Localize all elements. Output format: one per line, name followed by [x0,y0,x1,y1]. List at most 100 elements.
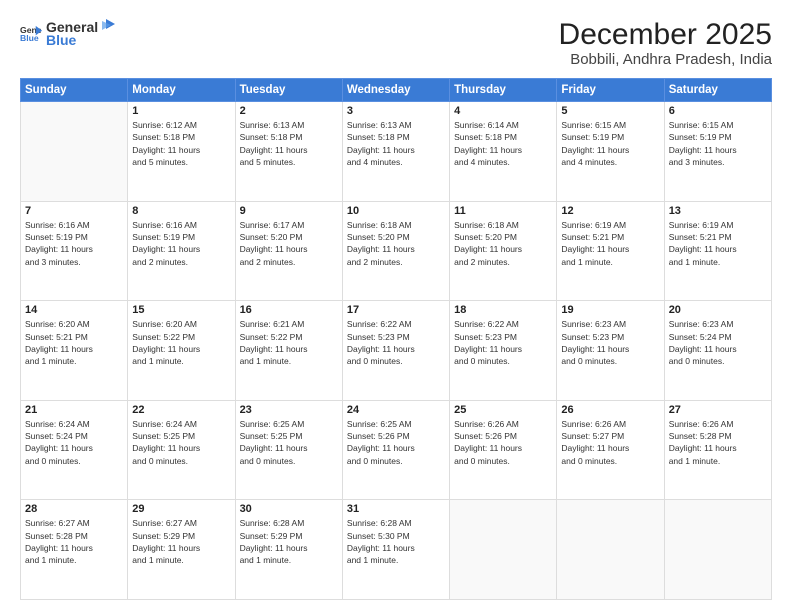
day-info: Sunrise: 6:13 AM Sunset: 5:18 PM Dayligh… [347,119,445,168]
day-info: Sunrise: 6:24 AM Sunset: 5:24 PM Dayligh… [25,418,123,467]
day-info: Sunrise: 6:19 AM Sunset: 5:21 PM Dayligh… [561,219,659,268]
table-row: 15 Sunrise: 6:20 AM Sunset: 5:22 PM Dayli… [128,301,235,401]
day-info: Sunrise: 6:21 AM Sunset: 5:22 PM Dayligh… [240,318,338,367]
logo-bird-icon [98,18,116,32]
table-row: 26 Sunrise: 6:26 AM Sunset: 5:27 PM Dayli… [557,400,664,500]
col-sunday: Sunday [21,79,128,102]
day-number: 29 [132,503,230,515]
day-number: 5 [561,105,659,117]
table-row: 16 Sunrise: 6:21 AM Sunset: 5:22 PM Dayli… [235,301,342,401]
table-row [450,500,557,600]
day-number: 25 [454,404,552,416]
col-thursday: Thursday [450,79,557,102]
table-row: 17 Sunrise: 6:22 AM Sunset: 5:23 PM Dayli… [342,301,449,401]
day-number: 7 [25,205,123,217]
day-info: Sunrise: 6:25 AM Sunset: 5:26 PM Dayligh… [347,418,445,467]
location-title: Bobbili, Andhra Pradesh, India [559,51,772,68]
logo: General Blue General Blue [20,18,116,48]
logo-wordmark: General Blue [46,18,116,48]
col-wednesday: Wednesday [342,79,449,102]
table-row: 27 Sunrise: 6:26 AM Sunset: 5:28 PM Dayli… [664,400,771,500]
day-info: Sunrise: 6:19 AM Sunset: 5:21 PM Dayligh… [669,219,767,268]
day-info: Sunrise: 6:25 AM Sunset: 5:25 PM Dayligh… [240,418,338,467]
day-info: Sunrise: 6:24 AM Sunset: 5:25 PM Dayligh… [132,418,230,467]
day-info: Sunrise: 6:15 AM Sunset: 5:19 PM Dayligh… [561,119,659,168]
day-info: Sunrise: 6:23 AM Sunset: 5:24 PM Dayligh… [669,318,767,367]
table-row: 31Sunrise: 6:28 AM Sunset: 5:30 PM Dayli… [342,500,449,600]
day-info: Sunrise: 6:18 AM Sunset: 5:20 PM Dayligh… [454,219,552,268]
day-number: 16 [240,304,338,316]
month-title: December 2025 [559,18,772,51]
day-info: Sunrise: 6:20 AM Sunset: 5:22 PM Dayligh… [132,318,230,367]
table-row: 8 Sunrise: 6:16 AM Sunset: 5:19 PM Daylig… [128,201,235,301]
table-row: 1Sunrise: 6:12 AM Sunset: 5:18 PM Daylig… [128,102,235,202]
day-number: 14 [25,304,123,316]
table-row: 4Sunrise: 6:14 AM Sunset: 5:18 PM Daylig… [450,102,557,202]
week-row-5: 28Sunrise: 6:27 AM Sunset: 5:28 PM Dayli… [21,500,772,600]
col-tuesday: Tuesday [235,79,342,102]
page: General Blue General Blue December 2025 … [0,0,792,612]
table-row: 12 Sunrise: 6:19 AM Sunset: 5:21 PM Dayli… [557,201,664,301]
day-number: 19 [561,304,659,316]
day-number: 22 [132,404,230,416]
day-info: Sunrise: 6:28 AM Sunset: 5:30 PM Dayligh… [347,517,445,566]
week-row-3: 14 Sunrise: 6:20 AM Sunset: 5:21 PM Dayli… [21,301,772,401]
day-number: 26 [561,404,659,416]
day-info: Sunrise: 6:28 AM Sunset: 5:29 PM Dayligh… [240,517,338,566]
day-info: Sunrise: 6:22 AM Sunset: 5:23 PM Dayligh… [347,318,445,367]
col-monday: Monday [128,79,235,102]
day-info: Sunrise: 6:13 AM Sunset: 5:18 PM Dayligh… [240,119,338,168]
table-row: 5 Sunrise: 6:15 AM Sunset: 5:19 PM Daylig… [557,102,664,202]
day-number: 30 [240,503,338,515]
day-number: 10 [347,205,445,217]
day-number: 6 [669,105,767,117]
day-info: Sunrise: 6:16 AM Sunset: 5:19 PM Dayligh… [25,219,123,268]
day-number: 15 [132,304,230,316]
day-number: 9 [240,205,338,217]
day-number: 8 [132,205,230,217]
table-row: 2 Sunrise: 6:13 AM Sunset: 5:18 PM Daylig… [235,102,342,202]
day-info: Sunrise: 6:23 AM Sunset: 5:23 PM Dayligh… [561,318,659,367]
table-row: 28Sunrise: 6:27 AM Sunset: 5:28 PM Dayli… [21,500,128,600]
table-row: 18 Sunrise: 6:22 AM Sunset: 5:23 PM Dayli… [450,301,557,401]
table-row [664,500,771,600]
day-info: Sunrise: 6:26 AM Sunset: 5:27 PM Dayligh… [561,418,659,467]
week-row-1: 1Sunrise: 6:12 AM Sunset: 5:18 PM Daylig… [21,102,772,202]
day-number: 4 [454,105,552,117]
day-number: 27 [669,404,767,416]
day-info: Sunrise: 6:22 AM Sunset: 5:23 PM Dayligh… [454,318,552,367]
day-number: 12 [561,205,659,217]
table-row: 10Sunrise: 6:18 AM Sunset: 5:20 PM Dayli… [342,201,449,301]
day-number: 21 [25,404,123,416]
week-row-4: 21 Sunrise: 6:24 AM Sunset: 5:24 PM Dayli… [21,400,772,500]
day-info: Sunrise: 6:16 AM Sunset: 5:19 PM Dayligh… [132,219,230,268]
header: General Blue General Blue December 2025 … [20,18,772,68]
table-row: 30 Sunrise: 6:28 AM Sunset: 5:29 PM Dayli… [235,500,342,600]
table-row: 25 Sunrise: 6:26 AM Sunset: 5:26 PM Dayli… [450,400,557,500]
table-row: 3Sunrise: 6:13 AM Sunset: 5:18 PM Daylig… [342,102,449,202]
table-row: 11 Sunrise: 6:18 AM Sunset: 5:20 PM Dayli… [450,201,557,301]
table-row [557,500,664,600]
day-number: 11 [454,205,552,217]
day-number: 1 [132,105,230,117]
table-row: 7 Sunrise: 6:16 AM Sunset: 5:19 PM Daylig… [21,201,128,301]
day-number: 2 [240,105,338,117]
table-row: 6 Sunrise: 6:15 AM Sunset: 5:19 PM Daylig… [664,102,771,202]
table-row: 22 Sunrise: 6:24 AM Sunset: 5:25 PM Dayli… [128,400,235,500]
day-info: Sunrise: 6:26 AM Sunset: 5:26 PM Dayligh… [454,418,552,467]
table-row: 23Sunrise: 6:25 AM Sunset: 5:25 PM Dayli… [235,400,342,500]
table-row: 14 Sunrise: 6:20 AM Sunset: 5:21 PM Dayli… [21,301,128,401]
calendar-header-row: Sunday Monday Tuesday Wednesday Thursday… [21,79,772,102]
day-info: Sunrise: 6:26 AM Sunset: 5:28 PM Dayligh… [669,418,767,467]
day-info: Sunrise: 6:20 AM Sunset: 5:21 PM Dayligh… [25,318,123,367]
table-row: 9Sunrise: 6:17 AM Sunset: 5:20 PM Daylig… [235,201,342,301]
day-info: Sunrise: 6:15 AM Sunset: 5:19 PM Dayligh… [669,119,767,168]
calendar-table: Sunday Monday Tuesday Wednesday Thursday… [20,78,772,600]
day-number: 24 [347,404,445,416]
day-number: 17 [347,304,445,316]
day-info: Sunrise: 6:27 AM Sunset: 5:29 PM Dayligh… [132,517,230,566]
day-number: 20 [669,304,767,316]
logo-icon: General Blue [20,24,42,42]
day-number: 18 [454,304,552,316]
table-row: 21 Sunrise: 6:24 AM Sunset: 5:24 PM Dayli… [21,400,128,500]
